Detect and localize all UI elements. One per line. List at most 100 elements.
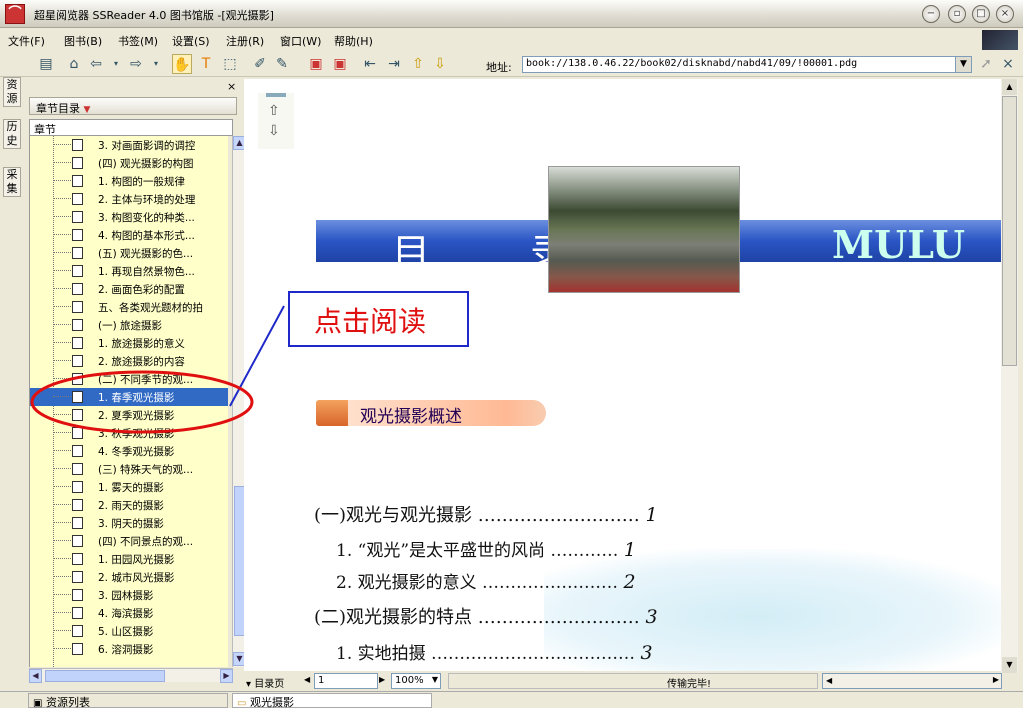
first-page-icon[interactable]: ⇤ (360, 54, 380, 74)
close-icon[interactable]: × (227, 80, 236, 93)
scroll-thumb[interactable] (1002, 96, 1017, 366)
toc-entry[interactable]: (二)观光摄影的特点 ……………………… 3 (314, 603, 658, 629)
tree-item[interactable]: (四) 不同景点的观... (30, 532, 228, 550)
scroll-right-icon[interactable]: ▶ (220, 669, 233, 683)
toc-entry[interactable]: (一)观光与观光摄影 ……………………… 1 (314, 501, 658, 527)
tree-item[interactable]: 五、各类观光题材的拍 (30, 298, 228, 316)
scroll-left-icon[interactable]: ◀ (29, 669, 42, 683)
tree-item[interactable]: 2. 主体与环境的处理 (30, 190, 228, 208)
tree-item[interactable]: 2. 夏季观光摄影 (30, 406, 228, 424)
page-up-icon[interactable]: ⇧ (408, 54, 428, 74)
maximize-button[interactable]: □ (972, 5, 990, 23)
page-up-icon[interactable]: ⇧ (268, 103, 280, 119)
close-button[interactable]: × (996, 5, 1014, 23)
toc-entry[interactable]: 2. 观光摄影的意义 …………………… 2 (336, 568, 636, 593)
hand-tool-icon[interactable]: ✋ (172, 54, 192, 74)
next-page-icon[interactable]: ▶ (379, 675, 385, 684)
tab-collect[interactable]: 采集 (3, 167, 21, 197)
tree-item[interactable]: 2. 雨天的摄影 (30, 496, 228, 514)
bookmark-icon[interactable]: ✐ (250, 54, 270, 74)
tree-branch-line (53, 558, 71, 559)
tree-item[interactable]: (三) 特殊天气的观... (30, 460, 228, 478)
tree-item[interactable]: 1. 再现自然景物色... (30, 262, 228, 280)
scroll-left-icon[interactable]: ◀ (826, 676, 832, 685)
address-input[interactable]: book://138.0.46.22/book02/disknabd/nabd4… (522, 56, 972, 73)
tree-item[interactable]: 3. 园林摄影 (30, 586, 228, 604)
toc-page-button[interactable]: ▾ 目录页 (246, 675, 284, 690)
tree-item[interactable]: 4. 冬季观光摄影 (30, 442, 228, 460)
menu-register[interactable]: 注册(R) (226, 33, 264, 49)
tree-item[interactable]: 2. 旅途摄影的内容 (30, 352, 228, 370)
minimize-button[interactable]: − (922, 5, 940, 23)
tab-history[interactable]: 历史 (3, 119, 21, 149)
tree-item[interactable]: 5. 山区摄影 (30, 622, 228, 640)
page-down-icon[interactable]: ⇩ (268, 123, 280, 139)
chevron-down-icon[interactable]: ▼ (955, 56, 972, 73)
tree-item[interactable]: 4. 构图的基本形式... (30, 226, 228, 244)
forward-dropdown-icon[interactable]: ▾ (146, 54, 166, 74)
hscroll-thumb[interactable] (45, 670, 165, 682)
page-number-input[interactable]: 1 (314, 673, 378, 689)
tree-item[interactable]: 1. 春季观光摄影 (30, 388, 228, 406)
title-bar[interactable]: ⌒ 超星阅览器 SSReader 4.0 图书馆版 -[观光摄影] − ▫ □ … (0, 0, 1023, 28)
menu-bookmark[interactable]: 书签(M) (118, 33, 158, 49)
forward-icon[interactable]: ⇨ (126, 54, 146, 74)
tree-item[interactable]: 3. 秋季观光摄影 (30, 424, 228, 442)
document-scrollbar[interactable]: ▲ ▼ (1001, 79, 1018, 673)
back-icon[interactable]: ⇦ (86, 54, 106, 74)
status-hscrollbar[interactable]: ◀ ▶ (822, 673, 1002, 689)
zoom-icon[interactable]: ▣ (330, 54, 350, 74)
menu-help[interactable]: 帮助(H) (334, 33, 373, 49)
scroll-right-icon[interactable]: ▶ (993, 675, 999, 684)
menu-file[interactable]: 文件(F) (8, 33, 45, 49)
column-header[interactable]: 章节 (29, 119, 233, 136)
back-dropdown-icon[interactable]: ▾ (106, 54, 126, 74)
tree-item[interactable]: (二) 不同季节的观... (30, 370, 228, 388)
menu-book[interactable]: 图书(B) (64, 33, 102, 49)
tree-item[interactable]: 1. 田园风光摄影 (30, 550, 228, 568)
page-icon (72, 373, 83, 385)
scroll-up-icon[interactable]: ▲ (1002, 79, 1017, 95)
chapter-tree[interactable]: 3. 对画面影调的调控 (四) 观光摄影的构图 1. 构图的一般规律 2. 主体与环境… (29, 136, 228, 667)
last-page-icon[interactable]: ⇥ (384, 54, 404, 74)
zoom-select[interactable]: 100% ▼ (391, 673, 441, 689)
ssreader-logo-icon[interactable]: ⌒ (5, 4, 25, 24)
tree-item[interactable]: (一) 旅途摄影 (30, 316, 228, 334)
tree-item[interactable]: 1. 构图的一般规律 (30, 172, 228, 190)
tab-resources[interactable]: 资源 (3, 77, 21, 107)
tree-item[interactable]: 3. 阴天的摄影 (30, 514, 228, 532)
toc-entry[interactable]: 1. 实地拍摄 ……………………………… 3 (336, 639, 653, 664)
home-icon[interactable]: ⌂ (64, 54, 84, 74)
go-icon[interactable]: ➚ (976, 54, 996, 74)
document-tab[interactable]: ▭ 观光摄影 (232, 693, 432, 709)
tree-item[interactable]: 4. 海滨摄影 (30, 604, 228, 622)
close-toolbar-icon[interactable]: × (998, 54, 1018, 74)
tree-hscrollbar[interactable]: ◀ ▶ (29, 668, 233, 683)
menu-settings[interactable]: 设置(S) (172, 33, 210, 49)
document-view[interactable]: ⇧ ⇩ 目 录 MULU 观光摄影概述 (一)观光与观光摄影 ………………………… (244, 79, 1016, 671)
tree-item[interactable]: (五) 观光摄影的色... (30, 244, 228, 262)
text-tool-icon[interactable]: T (196, 54, 216, 74)
restore-button[interactable]: ▫ (948, 5, 966, 23)
tree-item[interactable]: 1. 雾天的摄影 (30, 478, 228, 496)
chapter-toc-dropdown[interactable]: 章节目录 ▼ (29, 97, 237, 115)
page-icon (72, 265, 83, 277)
select-tool-icon[interactable]: ⬚ (220, 54, 240, 74)
prev-page-icon[interactable]: ◀ (304, 675, 310, 684)
page-view-icon[interactable]: ▣ (306, 54, 326, 74)
tree-item[interactable]: 3. 对画面影调的调控 (30, 136, 228, 154)
resource-list-tab[interactable]: ▣ 资源列表 (28, 693, 228, 709)
bottom-bar: ▣ 资源列表 ▭ 观光摄影 (0, 691, 1023, 709)
tree-item[interactable]: 2. 画面色彩的配置 (30, 280, 228, 298)
menu-window[interactable]: 窗口(W) (280, 33, 321, 49)
tree-item[interactable]: 2. 城市风光摄影 (30, 568, 228, 586)
layout-icon[interactable]: ▤ (36, 54, 56, 74)
tree-item[interactable]: 3. 构图变化的种类... (30, 208, 228, 226)
tree-item[interactable]: (四) 观光摄影的构图 (30, 154, 228, 172)
tree-item[interactable]: 1. 旅途摄影的意义 (30, 334, 228, 352)
highlight-icon[interactable]: ✎ (272, 54, 292, 74)
page-down-icon[interactable]: ⇩ (430, 54, 450, 74)
toc-entry[interactable]: 1. “观光”是太平盛世的风尚 ………… 1 (336, 536, 636, 561)
tree-item[interactable]: 6. 溶洞摄影 (30, 640, 228, 658)
scroll-down-icon[interactable]: ▼ (1002, 657, 1017, 673)
